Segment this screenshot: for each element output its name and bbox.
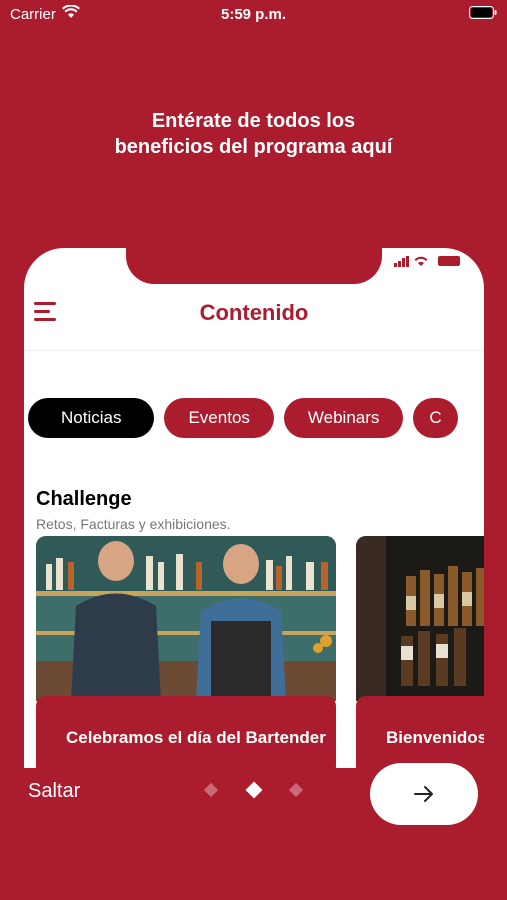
page-indicator (203, 781, 306, 799)
status-time: 5:59 p.m. (220, 6, 287, 23)
card-caption: Bienvenidos (356, 696, 484, 768)
page-dot (203, 782, 219, 798)
tab-noticias[interactable]: Noticias (28, 398, 155, 438)
battery-icon (469, 6, 497, 19)
next-button[interactable] (370, 763, 478, 825)
phone-notch (126, 248, 382, 284)
status-bar: Carrier 5:59 p.m. (0, 0, 507, 30)
card-caption-text: Bienvenidos (386, 728, 484, 747)
phone-title: Contenido (199, 300, 309, 325)
section-title: Challenge (36, 488, 132, 510)
phone-mockup: Contenido Noticias Eventos Webinars C Chall… (24, 248, 484, 768)
page-dot (288, 782, 304, 798)
cellular-signal-icon (394, 256, 460, 267)
content-card[interactable]: Celebramos el día del Bartender (36, 536, 336, 768)
section-subtitle: Retos, Facturas y exhibiciones. (36, 516, 231, 532)
arrow-right-icon (414, 786, 433, 802)
content-card[interactable]: Bienvenidos (356, 536, 484, 768)
tab-bar: Noticias Eventos Webinars C (28, 398, 468, 438)
headline: Entérate de todos los beneficios del pro… (114, 110, 393, 158)
phone-header: Contenido (24, 288, 484, 351)
card-caption-text: Celebramos el día del Bartender (66, 728, 326, 747)
bartenders-photo (36, 536, 336, 701)
tab-webinars[interactable]: Webinars (283, 398, 404, 438)
bottles-photo (356, 536, 484, 701)
tab-eventos[interactable]: Eventos (164, 398, 274, 438)
page-dot-active (245, 781, 263, 799)
card-caption: Celebramos el día del Bartender (36, 696, 336, 768)
skip-button[interactable]: Saltar (28, 780, 80, 803)
tab-more[interactable]: C (413, 398, 458, 438)
